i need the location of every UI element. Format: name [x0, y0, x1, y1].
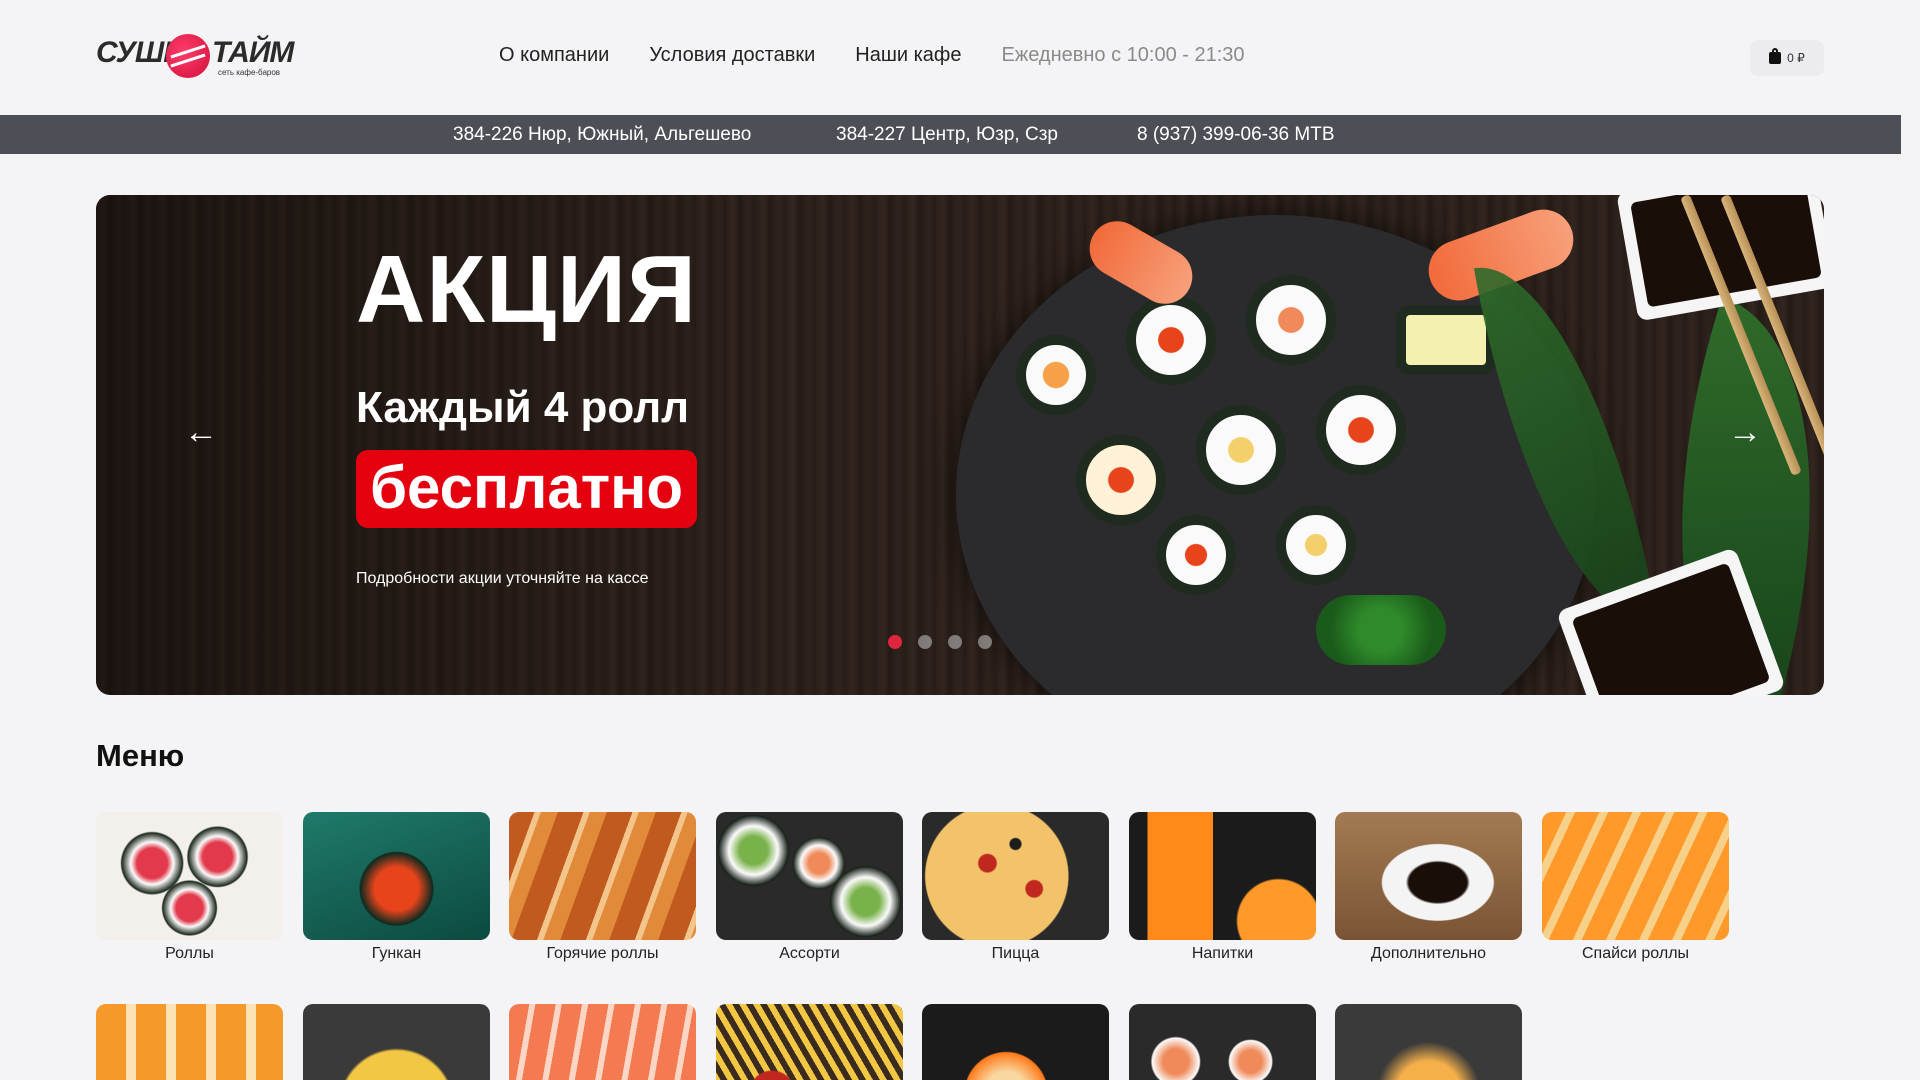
arrow-left-icon[interactable]: ← [184, 415, 218, 449]
nav-about[interactable]: О компании [499, 44, 609, 67]
site-header: СУШИ ТАЙМ сеть кафе-баров О компании Усл… [0, 0, 1920, 115]
menu-card-label: Гункан [371, 945, 422, 962]
nav-cafes[interactable]: Наши кафе [855, 44, 961, 67]
hot-rolls-image [509, 812, 696, 940]
opening-hours: Ежедневно с 10:00 - 21:30 [1001, 44, 1245, 66]
roll-image [1016, 335, 1096, 415]
menu-card-image [303, 1004, 490, 1080]
spicy-rolls-image [1542, 812, 1729, 940]
menu-card[interactable] [1129, 1004, 1316, 1080]
logo-subtitle: сеть кафе-баров [218, 68, 281, 77]
roll-image [1316, 385, 1406, 475]
promo-title: АКЦИЯ [356, 236, 698, 343]
slide-dot-4[interactable] [978, 635, 992, 649]
brand-logo[interactable]: СУШИ ТАЙМ сеть кафе-баров [96, 34, 294, 78]
slide-dot-1[interactable] [888, 635, 902, 649]
menu-card[interactable] [1335, 1004, 1522, 1080]
assorti-image [716, 812, 903, 940]
seaweed-salad-image [1316, 595, 1446, 665]
menu-card[interactable] [303, 1004, 490, 1080]
roll-image [1126, 295, 1216, 385]
arrow-right-icon[interactable]: → [1728, 415, 1762, 449]
menu-card-drinks[interactable]: Напитки [1129, 812, 1316, 963]
address-1: 384-226 Нюр, Южный, Альгешево [453, 124, 752, 145]
roll-image [1276, 505, 1356, 585]
rolls-image [96, 812, 283, 940]
promo-note: Подробности акции уточняйте на кассе [356, 570, 649, 587]
menu-card-hot-rolls[interactable]: Горячие роллы [509, 812, 696, 963]
drinks-image [1129, 812, 1316, 940]
menu-heading: Меню [96, 738, 185, 773]
slide-dot-2[interactable] [918, 635, 932, 649]
menu-card-image [1129, 1004, 1316, 1080]
cart-total: 0 ₽ [1787, 51, 1805, 65]
menu-card-label: Роллы [165, 945, 214, 962]
roll-image [1246, 275, 1336, 365]
menu-card-image [509, 1004, 696, 1080]
bag-icon [1769, 48, 1782, 64]
menu-card-label: Ассорти [779, 945, 840, 962]
menu-card-image [96, 1004, 283, 1080]
menu-card-pizza[interactable]: Пицца [922, 812, 1109, 963]
menu-card-label: Спайси роллы [1581, 945, 1690, 962]
logo-emblem-icon [166, 34, 210, 78]
promo-badge: бесплатно [356, 450, 698, 528]
menu-card-rolls[interactable]: Роллы [96, 812, 283, 963]
menu-card[interactable] [716, 1004, 903, 1080]
phone-number[interactable]: 8 (937) 399-06-36 МТВ [1137, 124, 1335, 146]
menu-card[interactable] [509, 1004, 696, 1080]
menu-card-spicy-rolls[interactable]: Спайси роллы [1542, 812, 1729, 963]
menu-card-label: Горячие роллы [546, 945, 659, 962]
logo-text-right: ТАЙМ [212, 36, 294, 69]
menu-card-image [716, 1004, 903, 1080]
roll-image [1396, 305, 1496, 375]
menu-card[interactable] [922, 1004, 1109, 1080]
roll-image [1076, 435, 1166, 525]
promo-slider: АКЦИЯ Каждый 4 ролл бесплатно Подробност… [96, 195, 1824, 695]
pizza-image [922, 812, 1109, 940]
menu-card-assorti[interactable]: Ассорти [716, 812, 903, 963]
gunkan-image [303, 812, 490, 940]
menu-card-gunkan[interactable]: Гункан [303, 812, 490, 963]
roll-image [1156, 515, 1236, 595]
menu-card-label: Пицца [991, 945, 1040, 962]
promo-subtitle: Каждый 4 ролл [356, 383, 690, 432]
contact-strip: 384-226 Нюр, Южный, Альгешево 384-227 Це… [0, 115, 1901, 154]
slide-dot-3[interactable] [948, 635, 962, 649]
roll-image [1196, 405, 1286, 495]
menu-card[interactable] [96, 1004, 283, 1080]
menu-card-image [922, 1004, 1109, 1080]
nav-delivery[interactable]: Условия доставки [649, 44, 815, 67]
address-2: 384-227 Центр, Юзр, Сзр [836, 124, 1058, 145]
menu-card-extra[interactable]: Дополнительно [1335, 812, 1522, 963]
slider-pagination [888, 635, 992, 649]
menu-card-label: Напитки [1191, 945, 1254, 962]
menu-card-label: Дополнительно [1370, 945, 1487, 962]
cart-button[interactable]: 0 ₽ [1750, 40, 1824, 76]
extra-image [1335, 812, 1522, 940]
menu-card-image [1335, 1004, 1522, 1080]
main-nav: О компании Условия доставки Наши кафе Еж… [499, 44, 1245, 67]
